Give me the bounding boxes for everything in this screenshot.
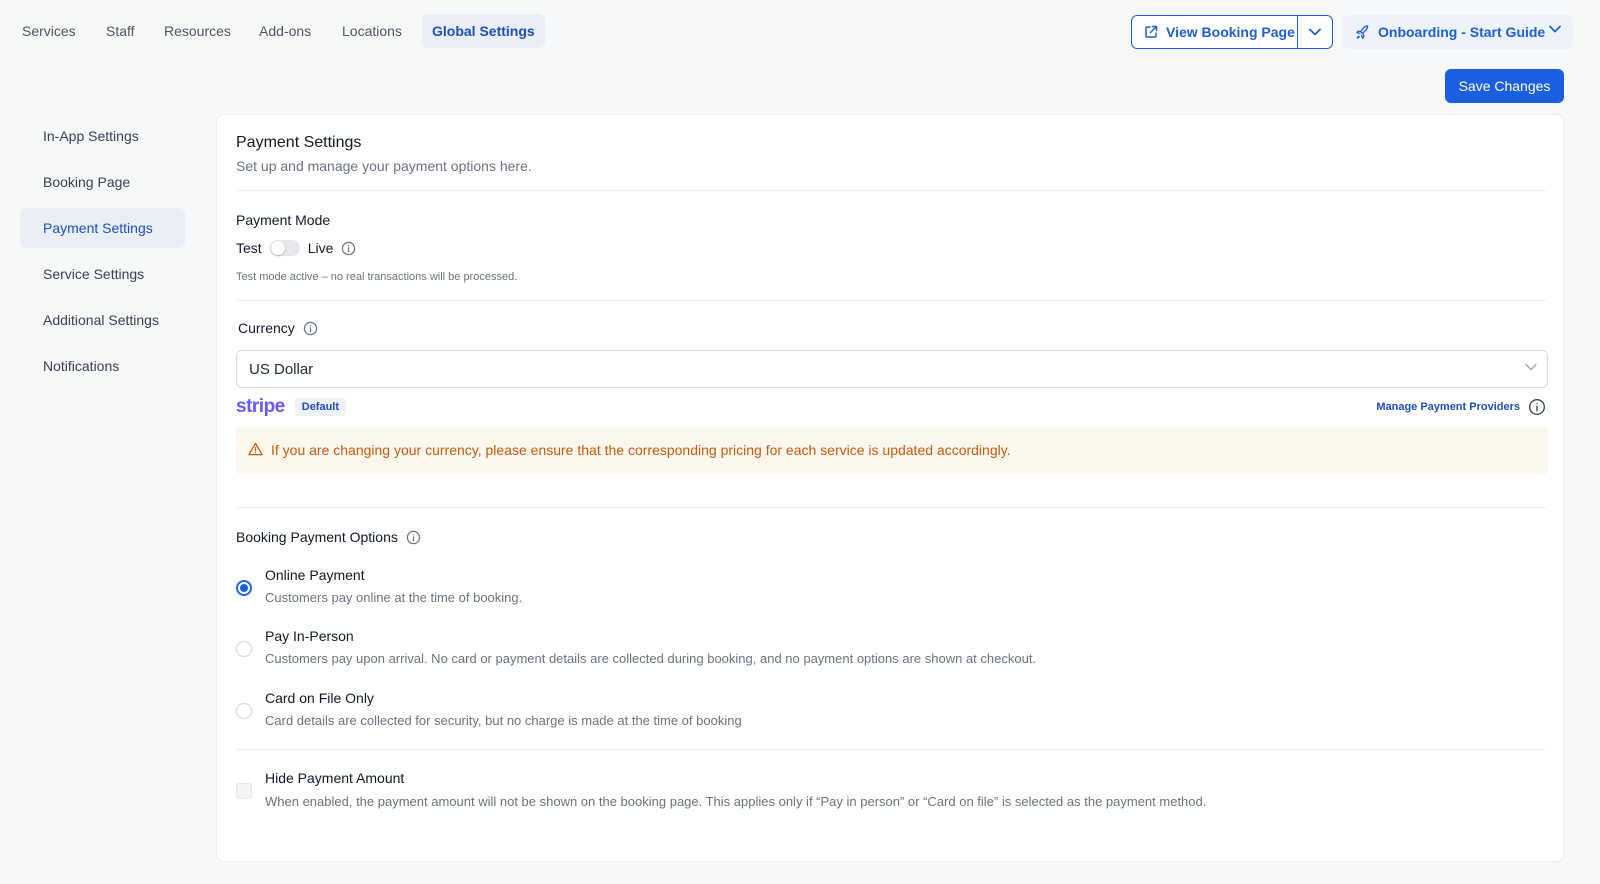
info-icon[interactable]: [341, 241, 356, 256]
sidebar-item-payment-settings[interactable]: Payment Settings: [20, 208, 185, 248]
info-icon[interactable]: [406, 530, 421, 545]
view-booking-page-label: View Booking Page: [1166, 24, 1295, 40]
currency-warning: If you are changing your currency, pleas…: [236, 426, 1548, 474]
sidebar-item-service-settings[interactable]: Service Settings: [20, 254, 185, 294]
chevron-down-icon: [1309, 28, 1321, 36]
onboarding-guide-button[interactable]: Onboarding - Start Guide: [1343, 15, 1573, 49]
booking-payment-options-label: Booking Payment Options: [236, 529, 398, 545]
toggle-knob: [270, 241, 285, 255]
settings-sidebar: In-App Settings Booking Page Payment Set…: [20, 116, 185, 392]
tab-resources[interactable]: Resources: [154, 14, 241, 48]
sidebar-item-additional-settings[interactable]: Additional Settings: [20, 300, 185, 340]
payment-mode-test-label: Test: [236, 240, 262, 256]
manage-payment-providers-link[interactable]: Manage Payment Providers: [1376, 401, 1520, 413]
currency-label-row: Currency: [238, 320, 318, 336]
view-booking-dropdown-button[interactable]: [1298, 16, 1332, 48]
sidebar-item-in-app-settings[interactable]: In-App Settings: [20, 116, 185, 156]
chevron-down-icon: [1549, 25, 1561, 33]
save-changes-button[interactable]: Save Changes: [1445, 69, 1564, 103]
tab-services[interactable]: Services: [12, 14, 86, 48]
info-icon[interactable]: [1528, 398, 1546, 416]
payment-mode-live-label: Live: [307, 240, 334, 256]
stripe-logo: stripe: [236, 396, 285, 417]
hide-payment-amount-desc: When enabled, the payment amount will no…: [265, 794, 1207, 809]
currency-label: Currency: [238, 320, 295, 336]
warning-icon: [248, 442, 263, 456]
sidebar-item-notifications[interactable]: Notifications: [20, 346, 185, 386]
payment-mode-note: Test mode active – no real transactions …: [236, 271, 518, 283]
tab-global-settings[interactable]: Global Settings: [422, 14, 545, 48]
view-booking-page-button-group: View Booking Page: [1131, 15, 1333, 49]
external-link-icon: [1145, 25, 1158, 38]
top-nav: Services Staff Resources Add-ons Locatio…: [0, 0, 1600, 103]
tab-staff[interactable]: Staff: [96, 14, 145, 48]
divider: [236, 507, 1546, 508]
sidebar-item-booking-page[interactable]: Booking Page: [20, 162, 185, 202]
option-card-on-file-title: Card on File Only: [265, 690, 374, 706]
rocket-icon: [1356, 24, 1369, 39]
provider-row: stripe Default: [236, 396, 347, 418]
onboarding-guide-label: Onboarding - Start Guide: [1378, 24, 1546, 40]
tab-locations[interactable]: Locations: [332, 14, 412, 48]
booking-options-label-row: Booking Payment Options: [236, 529, 421, 545]
payment-settings-card: Payment Settings Set up and manage your …: [216, 114, 1564, 862]
payment-mode-toggle[interactable]: [269, 240, 300, 256]
default-badge: Default: [294, 398, 347, 416]
option-card-on-file-desc: Card details are collected for security,…: [265, 713, 742, 728]
hide-payment-amount-checkbox[interactable]: [236, 783, 252, 799]
divider: [236, 300, 1546, 301]
page-subtitle: Set up and manage your payment options h…: [236, 158, 532, 174]
chevron-down-icon: [1525, 363, 1537, 371]
page-title: Payment Settings: [236, 134, 362, 151]
currency-select-value: US Dollar: [249, 361, 314, 378]
tab-add-ons[interactable]: Add-ons: [249, 14, 321, 48]
hide-payment-amount-title: Hide Payment Amount: [265, 770, 405, 786]
view-booking-page-button[interactable]: View Booking Page: [1132, 16, 1298, 48]
radio-online-payment[interactable]: [236, 580, 252, 596]
payment-mode-row: Test Live: [236, 240, 356, 256]
payment-mode-label: Payment Mode: [236, 212, 331, 228]
option-pay-in-person-desc: Customers pay upon arrival. No card or p…: [265, 651, 1037, 666]
currency-select[interactable]: US Dollar: [236, 350, 1548, 388]
option-pay-in-person-title: Pay In-Person: [265, 628, 354, 644]
info-icon[interactable]: [303, 321, 318, 336]
currency-warning-text: If you are changing your currency, pleas…: [271, 442, 1011, 458]
divider: [236, 749, 1546, 750]
divider: [236, 190, 1546, 191]
radio-pay-in-person[interactable]: [236, 641, 252, 657]
radio-card-on-file[interactable]: [236, 703, 252, 719]
option-online-payment-title: Online Payment: [265, 567, 365, 583]
manage-providers-row: Manage Payment Providers: [1376, 398, 1546, 416]
option-online-payment-desc: Customers pay online at the time of book…: [265, 590, 523, 605]
